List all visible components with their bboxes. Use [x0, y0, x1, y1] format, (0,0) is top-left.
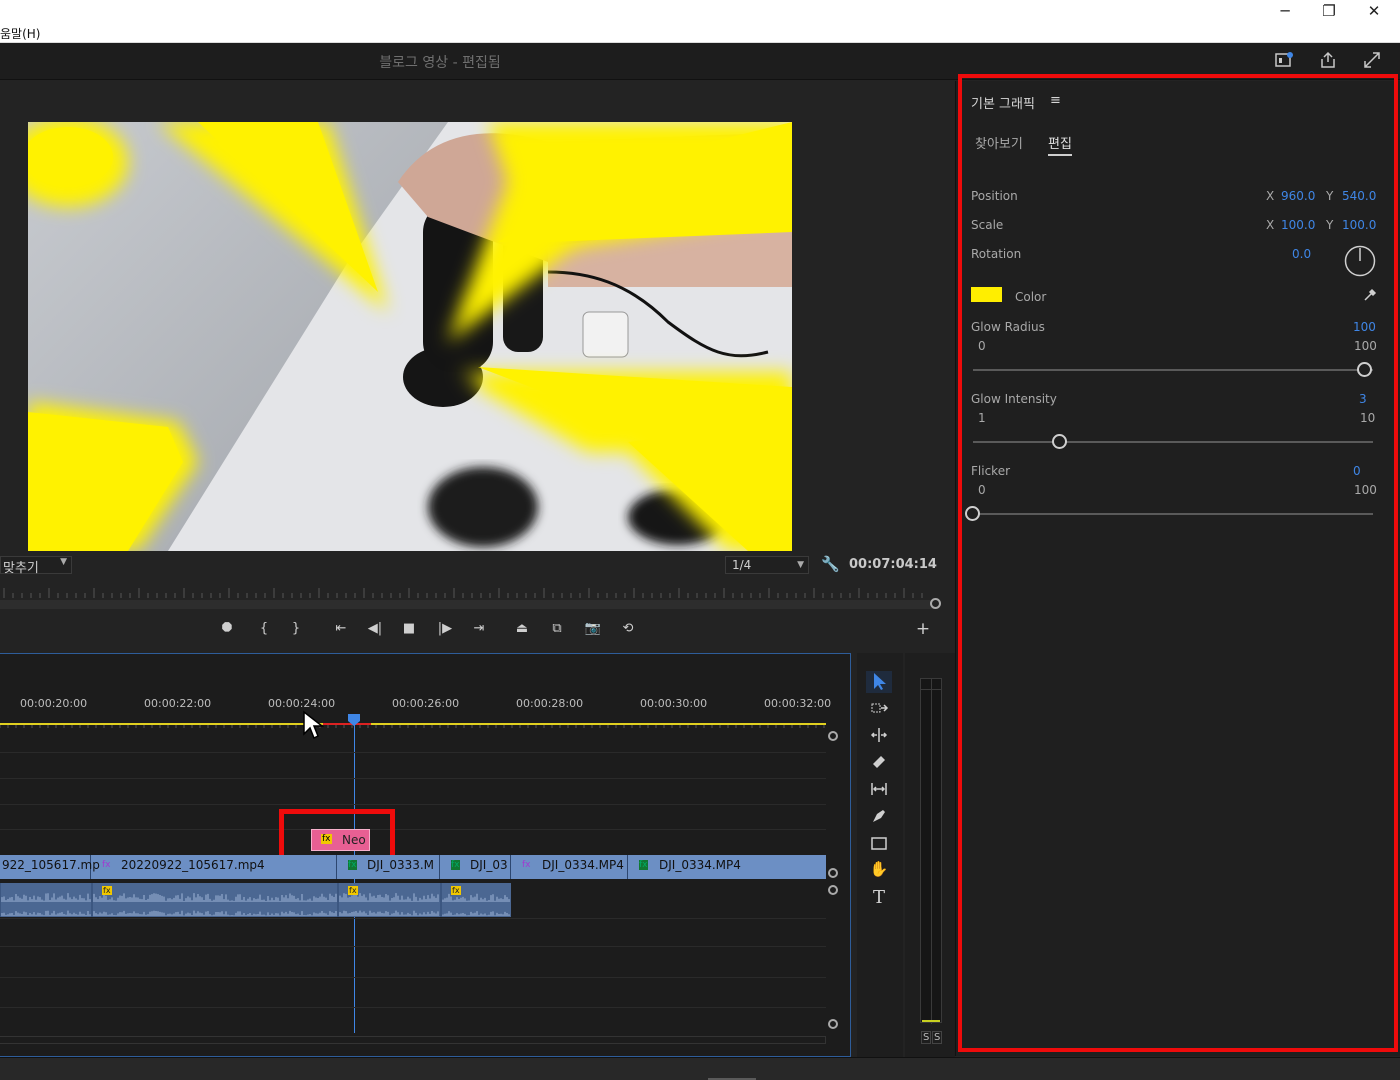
audio-track[interactable] [0, 883, 511, 917]
fx-badge: fx [451, 860, 460, 870]
ripple-edit-tool-icon[interactable] [866, 725, 892, 747]
timeline-tick: 00:00:28:00 [516, 697, 584, 710]
track-select-tool-icon[interactable] [866, 698, 892, 720]
work-area-bar[interactable] [0, 723, 826, 725]
rectangle-tool-icon[interactable] [866, 833, 892, 855]
video-clip-label: DJI_0334.MP4 [659, 858, 741, 872]
status-bar [0, 1057, 1400, 1080]
fx-badge: fx [348, 860, 357, 870]
mouse-cursor-icon [302, 710, 325, 744]
minimize-button[interactable]: ─ [1263, 0, 1307, 24]
timeline-tick: 00:00:30:00 [640, 697, 708, 710]
video-clip-label: DJI_03 [470, 858, 508, 872]
stop-icon[interactable]: ■ [398, 620, 420, 638]
marker-icon[interactable]: ⯃ [216, 620, 238, 638]
timeline-hscroll[interactable] [0, 1036, 826, 1044]
video-clip[interactable]: 922_105617.mp [0, 855, 100, 879]
resolution-dropdown[interactable]: 1/4 ▼ [725, 556, 809, 574]
video-clip-label: DJI_0334.MP4 [542, 858, 624, 872]
extract-icon[interactable]: ⧉ [546, 620, 568, 638]
track-divider [0, 977, 826, 978]
track-divider [0, 752, 826, 753]
video-clip-label: DJI_0333.M [367, 858, 435, 872]
close-button[interactable]: ✕ [1352, 0, 1396, 24]
share-icon[interactable] [1316, 51, 1340, 71]
mark-out-icon[interactable]: } [285, 620, 307, 638]
track-scroll-handle[interactable] [828, 885, 838, 895]
timeline-tick: 00:00:32:00 [764, 697, 832, 710]
video-clip[interactable]: fx DJI_03 [441, 855, 511, 879]
meter-bar [920, 678, 942, 1024]
chevron-down-icon: ▼ [60, 557, 67, 567]
razor-tool-icon[interactable] [866, 752, 892, 774]
meter-divider [921, 689, 941, 690]
lift-icon[interactable]: ⏏ [511, 620, 533, 638]
track-scroll-handle[interactable] [828, 1019, 838, 1029]
fx-badge: fx [102, 886, 112, 895]
mark-in-icon[interactable]: { [253, 620, 275, 638]
menu-help[interactable]: 움말(H) [0, 25, 40, 42]
chevron-down-icon: ▼ [797, 560, 804, 570]
video-clip[interactable]: fx 20220922_105617.mp4 [92, 855, 337, 879]
fullscreen-icon[interactable] [1360, 51, 1384, 71]
render-bar [323, 723, 371, 725]
playhead-timecode: 00:07:04:14 [849, 557, 937, 572]
resolution-value: 1/4 [732, 558, 752, 572]
track-divider [0, 946, 826, 947]
video-clip[interactable]: fx DJI_0334.MP4 [629, 855, 826, 879]
track-divider [0, 918, 826, 919]
monitor-scrubber[interactable] [0, 598, 941, 609]
video-clip-label: 20220922_105617.mp4 [121, 858, 265, 872]
quick-export-icon[interactable] [1272, 51, 1296, 71]
track-scroll-handle[interactable] [828, 731, 838, 741]
menu-bar: 움말(H) [0, 24, 1400, 43]
timeline-tick: 00:00:24:00 [268, 697, 336, 710]
comparison-icon[interactable]: ⟲ [617, 620, 639, 638]
zoom-handle[interactable] [930, 598, 941, 609]
fx-badge: fx [102, 860, 111, 870]
add-button-icon[interactable]: + [912, 620, 934, 638]
track-divider [0, 804, 826, 805]
slip-tool-icon[interactable] [866, 779, 892, 801]
meter-divider [931, 679, 932, 1024]
monitor-ruler[interactable] [0, 585, 936, 599]
wrench-icon[interactable]: 🔧 [821, 555, 840, 573]
track-divider [0, 1007, 826, 1008]
meter-level [922, 1020, 940, 1022]
track-divider [0, 778, 826, 779]
project-title: 블로그 영상 - 편집됨 [379, 55, 501, 71]
panel-highlight-box [958, 74, 1398, 1052]
go-to-out-icon[interactable]: ⇥ [468, 620, 490, 638]
fx-badge: fx [451, 886, 461, 895]
playhead-marker[interactable] [348, 711, 360, 726]
timeline-tick: 00:00:22:00 [144, 697, 212, 710]
selection-tool-icon[interactable] [866, 671, 892, 693]
fit-dropdown[interactable]: 맞추기 ▼ [0, 556, 72, 576]
window-titlebar: ─ ❐ ✕ [0, 0, 1400, 24]
restore-button[interactable]: ❐ [1307, 0, 1351, 24]
step-forward-icon[interactable]: |▶ [434, 620, 456, 638]
track-divider [0, 829, 826, 830]
solo-left-button[interactable]: S [921, 1031, 932, 1044]
fx-badge: fx [639, 860, 648, 870]
camera-icon[interactable]: 📷 [582, 620, 604, 638]
fx-badge: fx [522, 860, 531, 870]
go-to-in-icon[interactable]: ⇤ [330, 620, 352, 638]
video-clip[interactable]: fx DJI_0333.M [338, 855, 440, 879]
pen-tool-icon[interactable] [866, 806, 892, 828]
hand-tool-icon[interactable]: ✋ [866, 860, 892, 882]
fx-badge: fx [348, 886, 358, 895]
video-preview[interactable] [28, 122, 792, 551]
timeline-tick: 00:00:20:00 [20, 697, 88, 710]
video-clip[interactable]: fx DJI_0334.MP4 [512, 855, 628, 879]
type-tool-icon[interactable]: T [866, 887, 892, 909]
step-back-icon[interactable]: ◀| [364, 620, 386, 638]
track-scroll-handle[interactable] [828, 868, 838, 878]
video-clip-label: 922_105617.mp [2, 858, 100, 872]
solo-right-button[interactable]: S [932, 1031, 943, 1044]
timeline-tick: 00:00:26:00 [392, 697, 460, 710]
fit-dropdown-label: 맞추기 [3, 561, 39, 576]
audio-meter: S S [905, 653, 955, 1057]
